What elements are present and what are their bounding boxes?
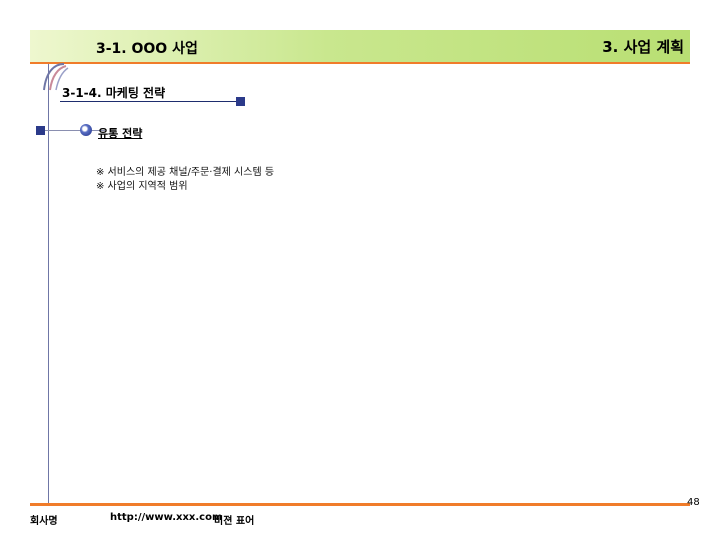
square-bullet-icon: [36, 126, 45, 135]
page-number: 48: [687, 497, 700, 508]
connector-line: [45, 130, 105, 131]
subsection-label: 유통 전략: [98, 127, 143, 140]
note-item: ※ 서비스의 제공 채널/주문·결제 시스템 등: [96, 167, 275, 178]
section-heading: 3-1-4. 마케팅 전략: [62, 86, 166, 100]
footer-rule: [30, 503, 690, 506]
footer-url: http://www.xxx.com: [110, 512, 223, 523]
square-bullet-icon: [236, 97, 245, 106]
circle-bullet-icon: [80, 124, 92, 136]
section-underline: [60, 101, 242, 102]
footer-company: 회사명: [30, 516, 58, 527]
header-chapter-title: 3. 사업 계획: [602, 38, 684, 56]
header-section-title: 3-1. OOO 사업: [96, 41, 198, 57]
footer-vision: 비젼 표어: [214, 516, 255, 527]
note-item: ※ 사업의 지역적 범위: [96, 181, 188, 192]
notes-list: ※ 서비스의 제공 채널/주문·결제 시스템 등 ※ 사업의 지역적 범위: [96, 166, 274, 194]
